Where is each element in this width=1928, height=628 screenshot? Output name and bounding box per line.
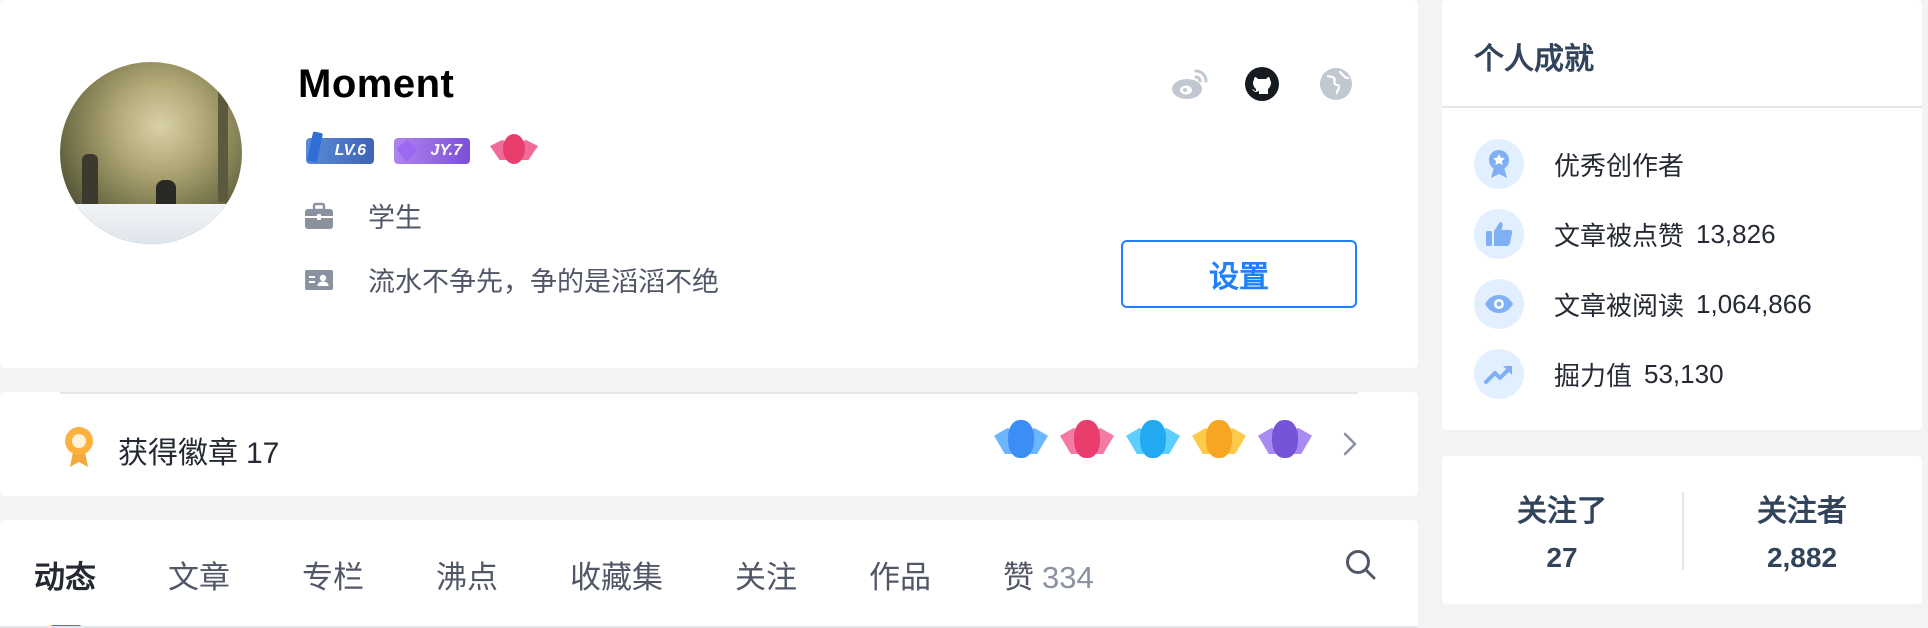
tab-pins[interactable]: 沸点	[436, 552, 498, 597]
tab-likes-label: 赞	[1003, 560, 1034, 595]
level-badge[interactable]: LV.6	[306, 138, 374, 164]
achievements-title: 个人成就	[1474, 43, 1594, 76]
tab-activity[interactable]: 动态	[34, 552, 96, 628]
thumbs-up-icon	[1474, 209, 1524, 259]
achievements-card: 个人成就 优秀创作者 文章被点赞 13,826 文章被阅读 1,064,866 …	[1442, 0, 1922, 430]
badge-icon[interactable]	[1192, 418, 1246, 468]
settings-button[interactable]: 设置	[1121, 240, 1357, 308]
followers-count: 2,882	[1766, 542, 1838, 573]
trend-up-icon	[1474, 349, 1524, 399]
tab-collections[interactable]: 收藏集	[570, 552, 663, 597]
badges-count: 17	[246, 437, 280, 470]
globe-icon[interactable]	[1316, 64, 1356, 104]
avatar[interactable]	[60, 62, 242, 244]
tab-list: 动态 文章 专栏 沸点 收藏集 关注 作品 赞 334	[34, 552, 1166, 628]
annual-badge-icon[interactable]	[490, 134, 538, 168]
achievement-label: 优秀创作者	[1554, 150, 1685, 181]
achievement-value: 13,826	[1696, 218, 1776, 249]
badge-icon[interactable]	[1258, 418, 1312, 468]
achievement-label: 文章被点赞	[1554, 220, 1685, 251]
followers-stat[interactable]: 关注者 2,882	[1682, 486, 1922, 574]
badge-list	[994, 418, 1312, 468]
bio-text: 流水不争先，争的是滔滔不绝	[368, 267, 719, 297]
badge-icon[interactable]	[1126, 418, 1180, 468]
followers-label: 关注者	[1757, 495, 1847, 528]
id-card-icon	[304, 265, 334, 295]
divider	[60, 392, 1358, 394]
achievement-value: 1,064,866	[1696, 288, 1812, 319]
divider	[1442, 106, 1922, 108]
briefcase-icon	[304, 201, 334, 231]
following-stat[interactable]: 关注了 27	[1442, 486, 1682, 574]
achievement-label: 掘力值	[1554, 360, 1633, 391]
tab-works[interactable]: 作品	[869, 552, 931, 597]
search-icon[interactable]	[1344, 548, 1378, 582]
achievement-reads: 文章被阅读 1,064,866	[1474, 279, 1812, 329]
weibo-icon[interactable]	[1170, 64, 1210, 104]
job-row: 学生	[304, 196, 422, 235]
badges-bar[interactable]: 获得徽章 17	[0, 392, 1418, 496]
badge-icon[interactable]	[994, 418, 1048, 468]
username: Moment	[298, 62, 455, 106]
tab-likes[interactable]: 赞 334	[1003, 552, 1094, 597]
tab-following[interactable]: 关注	[735, 552, 797, 597]
tab-columns[interactable]: 专栏	[302, 552, 364, 597]
following-count: 27	[1546, 542, 1578, 573]
github-icon[interactable]	[1242, 64, 1282, 104]
achievement-power: 掘力值 53,130	[1474, 349, 1724, 399]
award-icon	[1474, 139, 1524, 189]
tab-likes-count: 334	[1042, 560, 1094, 595]
user-badges: LV.6 JY.7	[306, 134, 538, 168]
tab-bar: 动态 文章 专栏 沸点 收藏集 关注 作品 赞 334	[0, 520, 1418, 628]
profile-card: Moment LV.6 JY.7 学生 流水不争先，争的是滔滔不绝 设置	[0, 0, 1418, 368]
chevron-right-icon[interactable]	[1336, 422, 1364, 466]
badges-title: 获得徽章 17	[118, 428, 279, 472]
bio-row: 流水不争先，争的是滔滔不绝	[304, 260, 719, 299]
eye-icon	[1474, 279, 1524, 329]
medal-icon	[62, 426, 96, 468]
badge-icon[interactable]	[1060, 418, 1114, 468]
achievement-label: 文章被阅读	[1554, 290, 1685, 321]
badges-label: 获得徽章	[118, 437, 238, 470]
follow-card: 关注了 27 关注者 2,882	[1442, 456, 1922, 604]
achievement-likes: 文章被点赞 13,826	[1474, 209, 1776, 259]
jy-badge[interactable]: JY.7	[394, 138, 470, 164]
following-label: 关注了	[1517, 495, 1607, 528]
tab-articles[interactable]: 文章	[168, 552, 230, 597]
achievement-value: 53,130	[1644, 358, 1724, 389]
achievement-creator: 优秀创作者	[1474, 139, 1684, 189]
job-text: 学生	[368, 203, 422, 233]
